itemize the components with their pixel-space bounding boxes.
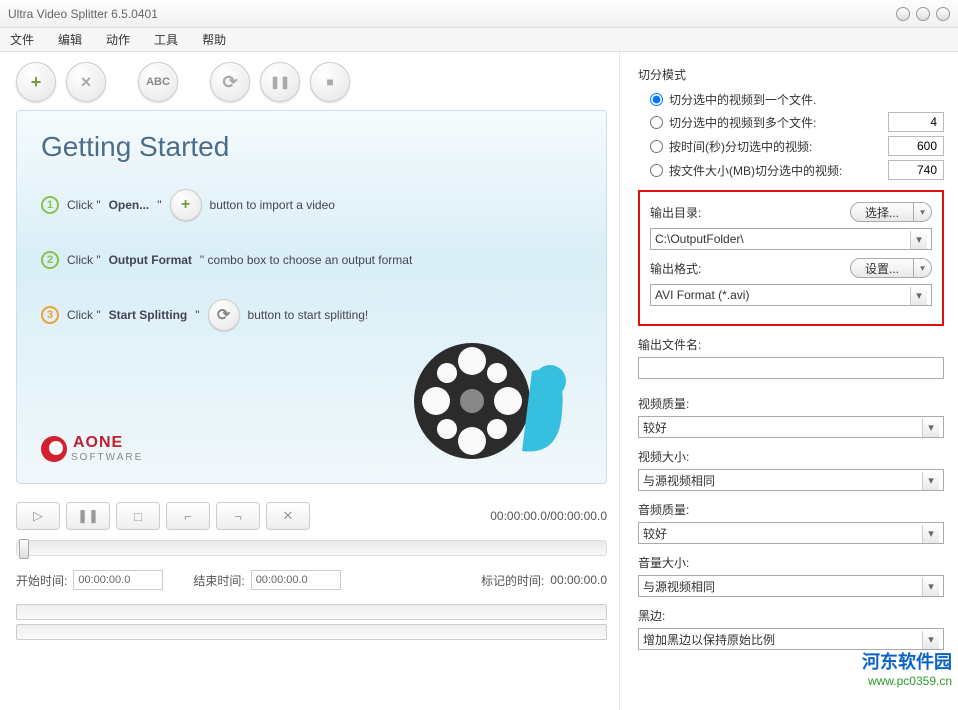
- start-time-input[interactable]: [73, 570, 163, 590]
- progress-bar-1: [16, 604, 607, 620]
- multi-file-count[interactable]: [888, 112, 944, 132]
- clear-icon: ✕: [283, 508, 294, 524]
- pause-icon: ❚❚: [270, 75, 290, 89]
- menu-tools[interactable]: 工具: [154, 31, 178, 48]
- step-number-icon: 3: [41, 306, 59, 324]
- aone-logo: AONE SOFTWARE: [41, 434, 143, 463]
- start-time-label: 开始时间:: [16, 572, 67, 589]
- format-settings-dropdown[interactable]: ▾: [914, 258, 932, 278]
- end-time-input[interactable]: [251, 570, 341, 590]
- mark-time-value: 00:00:00.0: [550, 573, 607, 587]
- x-icon: ×: [81, 72, 92, 93]
- clear-button[interactable]: ✕: [266, 502, 310, 530]
- stop-small-button[interactable]: □: [116, 502, 160, 530]
- mark-out-icon: ¬: [234, 509, 242, 524]
- film-reel-icon: [412, 321, 582, 471]
- aone-logo-icon: [41, 436, 67, 462]
- close-icon[interactable]: [936, 7, 950, 21]
- choose-dir-dropdown[interactable]: ▾: [914, 202, 932, 222]
- slider-thumb-icon[interactable]: [19, 539, 29, 559]
- pause-button[interactable]: ❚❚: [260, 62, 300, 102]
- output-name-input[interactable]: [638, 357, 944, 379]
- mark-in-button[interactable]: ⌐: [166, 502, 210, 530]
- time-display: 00:00:00.0/00:00:00.0: [490, 509, 607, 523]
- pause-small-icon: ❚❚: [77, 508, 99, 524]
- radio-by-size[interactable]: [650, 164, 663, 177]
- step-number-icon: 1: [41, 196, 59, 214]
- plus-icon: +: [31, 72, 42, 93]
- blackbar-combo[interactable]: 增加黑边以保持原始比例: [638, 628, 944, 650]
- abc-icon: ABC: [146, 76, 170, 88]
- open-plus-icon: +: [170, 189, 202, 221]
- audio-quality-combo[interactable]: 较好: [638, 522, 944, 544]
- getting-started-panel: Getting Started 1 Click "Open..." + butt…: [16, 110, 607, 484]
- menu-file[interactable]: 文件: [10, 31, 34, 48]
- output-format-combo[interactable]: AVI Format (*.avi): [650, 284, 932, 306]
- playback-bar: ▷ ❚❚ □ ⌐ ¬ ✕ 00:00:00.0/00:00:00.0 开始时间:…: [16, 502, 607, 640]
- radio-by-time[interactable]: [650, 140, 663, 153]
- video-quality-combo[interactable]: 较好: [638, 416, 944, 438]
- refresh-icon: ⟳: [222, 72, 237, 93]
- choose-dir-button[interactable]: 选择...: [850, 202, 914, 222]
- output-format-label: 输出格式:: [650, 260, 701, 277]
- add-button[interactable]: +: [16, 62, 56, 102]
- abc-button[interactable]: ABC: [138, 62, 178, 102]
- play-icon: ▷: [33, 508, 43, 524]
- title-bar: Ultra Video Splitter 6.5.0401: [0, 0, 958, 28]
- radio-one-file[interactable]: [650, 93, 663, 106]
- time-seconds[interactable]: [888, 136, 944, 156]
- output-highlight-box: 输出目录: 选择... ▾ C:\OutputFolder\ 输出格式: 设置.…: [638, 190, 944, 326]
- split-mode-label: 切分模式: [638, 66, 944, 83]
- pause-small-button[interactable]: ❚❚: [66, 502, 110, 530]
- remove-button[interactable]: ×: [66, 62, 106, 102]
- volume-label: 音量大小:: [638, 554, 944, 571]
- video-size-combo[interactable]: 与源视频相同: [638, 469, 944, 491]
- window-title: Ultra Video Splitter 6.5.0401: [8, 7, 890, 21]
- stop-small-icon: □: [134, 509, 142, 524]
- panel-heading: Getting Started: [41, 131, 582, 163]
- size-mb[interactable]: [888, 160, 944, 180]
- video-size-label: 视频大小:: [638, 448, 944, 465]
- main-toolbar: + × ABC ⟳ ❚❚ ■: [16, 62, 607, 102]
- audio-quality-label: 音频质量:: [638, 501, 944, 518]
- refresh-button[interactable]: ⟳: [210, 62, 250, 102]
- minimize-icon[interactable]: [896, 7, 910, 21]
- menu-help[interactable]: 帮助: [202, 31, 226, 48]
- stop-button[interactable]: ■: [310, 62, 350, 102]
- volume-combo[interactable]: 与源视频相同: [638, 575, 944, 597]
- mark-in-icon: ⌐: [184, 509, 192, 524]
- format-settings-button[interactable]: 设置...: [850, 258, 914, 278]
- stop-icon: ■: [326, 75, 333, 89]
- menu-action[interactable]: 动作: [106, 31, 130, 48]
- maximize-icon[interactable]: [916, 7, 930, 21]
- video-quality-label: 视频质量:: [638, 395, 944, 412]
- play-button[interactable]: ▷: [16, 502, 60, 530]
- output-dir-combo[interactable]: C:\OutputFolder\: [650, 228, 932, 250]
- menu-edit[interactable]: 编辑: [58, 31, 82, 48]
- mark-time-label: 标记的时间:: [481, 572, 544, 589]
- refresh-mini-icon: ⟳: [208, 299, 240, 331]
- progress-bar-2: [16, 624, 607, 640]
- step-1: 1 Click "Open..." + button to import a v…: [41, 189, 582, 221]
- step-number-icon: 2: [41, 251, 59, 269]
- mark-out-button[interactable]: ¬: [216, 502, 260, 530]
- radio-multi-file[interactable]: [650, 116, 663, 129]
- blackbar-label: 黑边:: [638, 607, 944, 624]
- menu-bar: 文件 编辑 动作 工具 帮助: [0, 28, 958, 52]
- step-2: 2 Click "Output Format" combo box to cho…: [41, 251, 582, 269]
- seek-slider[interactable]: [16, 540, 607, 556]
- output-dir-label: 输出目录:: [650, 204, 701, 221]
- output-name-label: 输出文件名:: [638, 336, 944, 353]
- end-time-label: 结束时间:: [193, 572, 244, 589]
- watermark: 河东软件园 www.pc0359.cn: [862, 648, 952, 688]
